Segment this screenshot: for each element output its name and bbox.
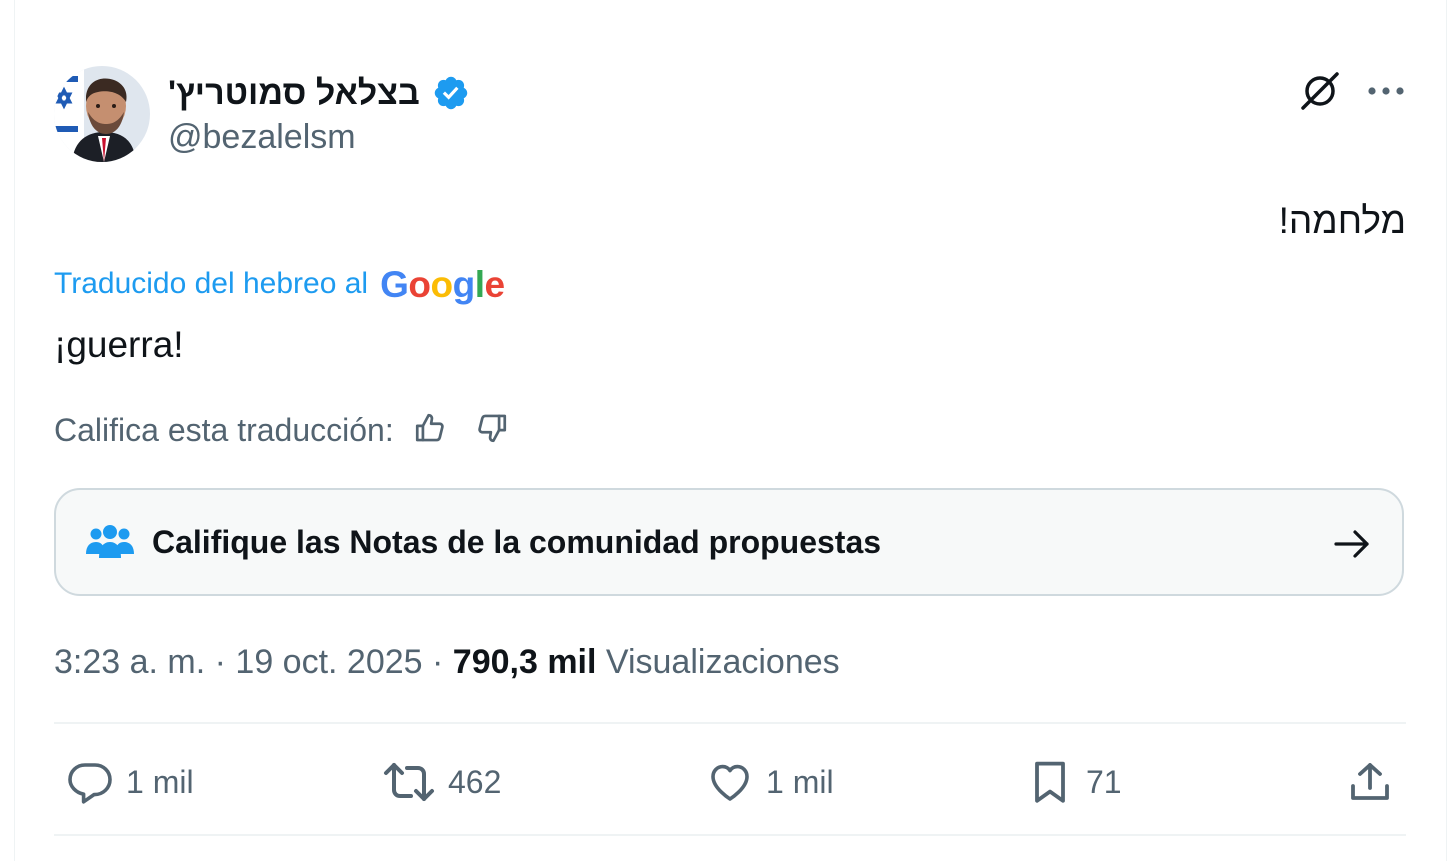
google-logo: Google [380,263,505,305]
tweet-time[interactable]: 3:23 a. m. [54,643,205,682]
views-label-text: Visualizaciones [605,642,840,681]
share-button[interactable] [1346,756,1394,808]
tweet-meta: 3:23 a. m. · 19 oct. 2025 · 790,3 mil Vi… [54,640,840,684]
tweet-original-text: מלחמה! [1278,200,1406,241]
frame-border-left [14,0,15,861]
translation-attribution: Traducido del hebreo al Google [54,262,505,306]
google-logo-letter: o [408,263,431,305]
rate-translation-label: Califica esta traducción: [54,411,394,448]
avatar[interactable] [54,66,150,162]
repost-button[interactable]: 462 [382,756,501,808]
more-button[interactable] [1362,70,1410,116]
google-logo-letter: g [452,263,476,305]
author-display-name[interactable]: בצלאל סמוטריץ' [168,74,420,113]
more-icon [1366,84,1406,102]
bookmark-count: 71 [1086,763,1122,800]
google-logo-letter: G [380,263,409,305]
bookmark-icon [1026,758,1074,806]
thumbs-down-button[interactable] [470,408,514,452]
like-button[interactable]: 1 mil [706,756,834,808]
arrow-right-icon [1332,524,1372,564]
reply-icon [66,758,114,806]
divider [54,722,1406,724]
frame-border-right [1446,0,1447,861]
repost-count: 462 [448,763,502,800]
google-logo-letter: e [484,263,505,305]
thumbs-up-icon [413,411,447,450]
views-count[interactable]: 790,3 mil [453,643,597,682]
meta-separator: · [205,642,236,681]
tweet-translation: ¡guerra! [54,324,184,365]
thumbs-up-button[interactable] [408,408,452,452]
divider [54,834,1406,836]
community-notes-card[interactable]: Califique las Notas de la comunidad prop… [54,488,1404,596]
tweet-date[interactable]: 19 oct. 2025 [235,643,422,682]
rate-translation: Califica esta traducción: [54,408,514,452]
google-logo-text: Google [380,263,505,305]
author-name-row[interactable]: בצלאל סמוטריץ' [168,70,470,116]
verified-badge-icon[interactable] [432,74,470,112]
google-logo-letter: o [430,263,453,305]
heart-icon [706,758,754,806]
author-handle[interactable]: @bezalelsm [168,118,356,157]
meta-separator: · [422,642,453,681]
reply-count: 1 mil [126,763,194,800]
views-label[interactable]: Visualizaciones [596,642,840,682]
like-count: 1 mil [766,763,834,800]
share-icon [1346,758,1394,806]
grok-button[interactable] [1296,70,1344,116]
bookmark-button[interactable]: 71 [1026,756,1122,808]
thumbs-down-icon [475,411,509,450]
repost-icon [382,758,436,806]
community-notes-label: Califique las Notas de la comunidad prop… [152,523,882,560]
reply-button[interactable]: 1 mil [66,756,194,808]
translated-from-label: Traducido del hebreo al [54,267,369,300]
grok-icon [1299,70,1341,117]
community-icon [86,522,134,562]
